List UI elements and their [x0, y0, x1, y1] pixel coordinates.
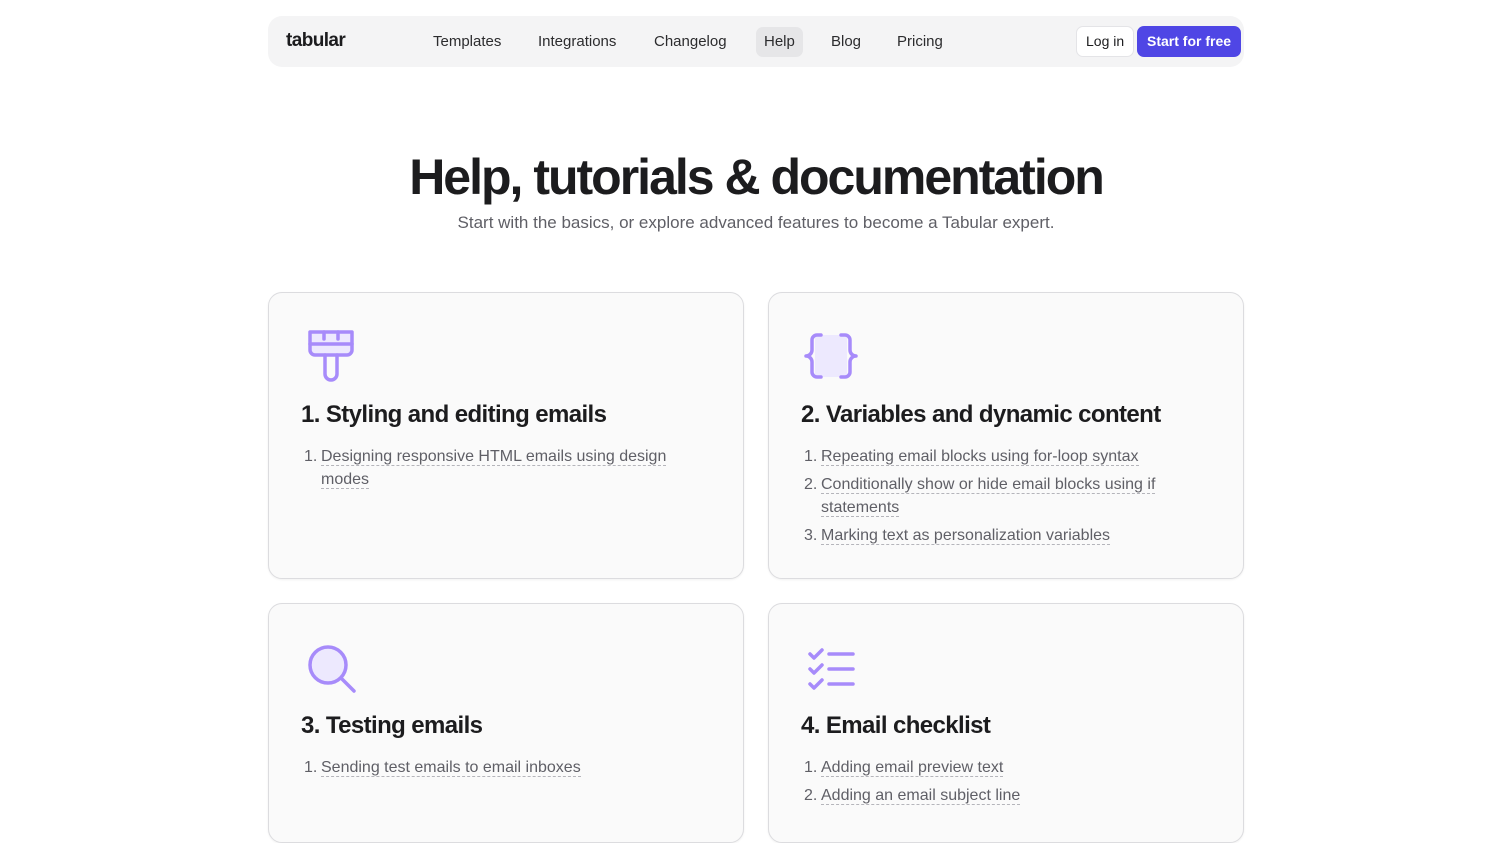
list-item: 1. Sending test emails to email inboxes	[304, 759, 581, 777]
list-item: 1. Designing responsive HTML emails usin…	[304, 448, 667, 489]
top-navigation: tabular Templates Integrations Changelog…	[268, 16, 1244, 67]
list-item: 2. Adding an email subject line	[804, 787, 1021, 805]
page-title: Help, tutorials & documentation	[409, 149, 1105, 205]
card-link-list: 1. Designing responsive HTML emails usin…	[304, 445, 714, 496]
help-card-variables: 2. Variables and dynamic content 1. Repe…	[768, 292, 1244, 579]
list-item: 1. Repeating email blocks using for-loop…	[804, 448, 1139, 466]
start-for-free-button[interactable]: Start for free	[1137, 26, 1242, 57]
help-article-link[interactable]: Adding email preview text	[821, 759, 1004, 777]
card-link-list: 1. Repeating email blocks using for-loop…	[804, 445, 1214, 552]
card-title: 2. Variables and dynamic content	[801, 401, 1161, 428]
nav-link-templates[interactable]: Templates	[425, 27, 509, 57]
nav-link-pricing[interactable]: Pricing	[889, 27, 951, 57]
help-article-link[interactable]: Repeating email blocks using for-loop sy…	[821, 448, 1139, 466]
help-article-link[interactable]: Marking text as personalization variable…	[821, 527, 1111, 545]
help-article-link[interactable]: Conditionally show or hide email blocks …	[821, 476, 1156, 517]
help-card-styling: 1. Styling and editing emails 1. Designi…	[268, 292, 744, 579]
nav-link-help[interactable]: Help	[756, 27, 803, 57]
help-article-link[interactable]: Adding an email subject line	[821, 787, 1021, 805]
nav-link-blog[interactable]: Blog	[823, 27, 869, 57]
card-title: 4. Email checklist	[801, 712, 991, 739]
help-card-testing: 3. Testing emails 1. Sending test emails…	[268, 603, 744, 843]
checklist-icon	[801, 638, 861, 698]
list-item: 1. Adding email preview text	[804, 759, 1004, 777]
card-link-list: 1. Adding email preview text 2. Adding a…	[804, 756, 1214, 812]
login-button[interactable]: Log in	[1076, 26, 1135, 57]
nav-link-integrations[interactable]: Integrations	[530, 27, 624, 57]
paint-brush-icon	[301, 327, 361, 387]
list-item: 2. Conditionally show or hide email bloc…	[804, 476, 1156, 517]
curly-braces-icon	[801, 327, 861, 387]
nav-link-changelog[interactable]: Changelog	[646, 27, 735, 57]
page-subtitle: Start with the basics, or explore advanc…	[457, 213, 1055, 232]
card-title: 3. Testing emails	[301, 712, 483, 739]
list-item: 3. Marking text as personalization varia…	[804, 527, 1111, 545]
help-card-checklist: 4. Email checklist 1. Adding email previ…	[768, 603, 1244, 843]
card-link-list: 1. Sending test emails to email inboxes	[304, 756, 714, 784]
card-title: 1. Styling and editing emails	[301, 401, 607, 428]
help-article-link[interactable]: Sending test emails to email inboxes	[321, 759, 581, 777]
magnifier-icon	[301, 638, 361, 698]
help-article-link[interactable]: Designing responsive HTML emails using d…	[321, 448, 667, 489]
